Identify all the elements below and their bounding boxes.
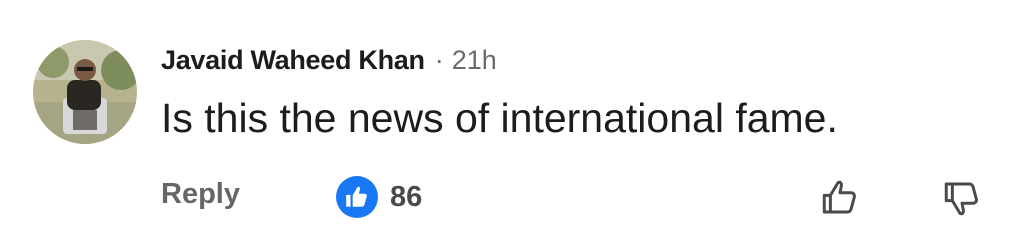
comment-header: Javaid Waheed Khan · 21h	[161, 40, 497, 80]
thumb-up-outline-icon	[822, 180, 856, 214]
avatar-photo	[33, 40, 137, 144]
avatar[interactable]	[33, 40, 137, 144]
like-count: 86	[390, 180, 423, 213]
like-thumb-icon	[336, 176, 378, 218]
reaction-summary[interactable]: 86	[336, 175, 422, 219]
author-name[interactable]: Javaid Waheed Khan	[161, 45, 425, 76]
thumb-down-outline-icon	[944, 182, 978, 216]
comment-text: Is this the news of international fame.	[161, 95, 838, 141]
thumb-down-button[interactable]	[940, 176, 984, 220]
reply-button[interactable]: Reply	[161, 178, 240, 211]
thumb-up-button[interactable]	[818, 176, 862, 220]
meta-separator: ·	[434, 44, 444, 75]
timestamp: 21h	[451, 44, 497, 75]
comment-item: Javaid Waheed Khan · 21h Is this the new…	[0, 0, 1024, 251]
